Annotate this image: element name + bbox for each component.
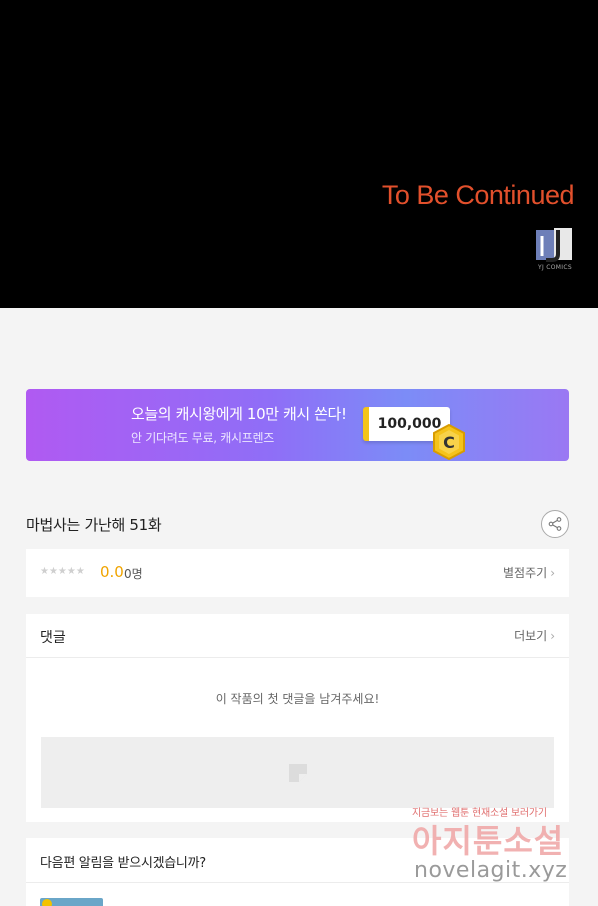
- rate-button[interactable]: 별점주기 ›: [503, 564, 555, 581]
- banner-title: 오늘의 캐시왕에게 10만 캐시 쏜다!: [131, 405, 347, 423]
- comment-input[interactable]: [41, 737, 554, 808]
- share-icon: [548, 517, 562, 531]
- divider: [26, 882, 569, 883]
- comments-card: 댓글 더보기 › 이 작품의 첫 댓글을 남겨주세요!: [26, 614, 569, 822]
- comic-panel: To Be Continued YJ COMICS: [0, 0, 598, 308]
- more-comments-button[interactable]: 더보기 ›: [514, 627, 555, 644]
- rate-button-label: 별점주기: [503, 566, 548, 580]
- comments-header: 댓글 더보기 ›: [26, 614, 569, 658]
- coin-letter: C: [443, 433, 455, 452]
- notify-question: 다음편 알림을 받으시겠습니까?: [40, 856, 206, 871]
- rating-stars: ★★★★★: [40, 566, 85, 577]
- share-button[interactable]: [541, 510, 569, 538]
- notify-thumbnail[interactable]: [40, 898, 103, 906]
- empty-comments-message: 이 작품의 첫 댓글을 남겨주세요!: [215, 692, 380, 706]
- to-be-continued-text: To Be Continued: [381, 180, 575, 210]
- rating-card: ★★★★★ 0.0 0명 별점주기 ›: [26, 549, 569, 597]
- cash-friends-banner[interactable]: 오늘의 캐시왕에게 10만 캐시 쏜다! 안 기다려도 무료, 캐시프렌즈 10…: [26, 389, 569, 461]
- more-comments-label: 더보기: [514, 629, 548, 643]
- banner-subtitle: 안 기다려도 무료, 캐시프렌즈: [131, 431, 274, 445]
- publisher-logo-text: YJ COMICS: [538, 264, 572, 271]
- rating-count: 0명: [124, 567, 143, 581]
- image-placeholder-icon: [289, 764, 307, 782]
- comments-title: 댓글: [40, 630, 66, 646]
- episode-title: 마법사는 가난해 51화: [26, 516, 162, 534]
- next-episode-notify-card: 다음편 알림을 받으시겠습니까?: [26, 838, 569, 906]
- chevron-right-icon: ›: [550, 629, 555, 643]
- rating-score: 0.0: [100, 563, 124, 581]
- thumbnail-badge-icon: [42, 899, 52, 906]
- chevron-right-icon: ›: [550, 566, 555, 580]
- cash-coin-icon: C: [433, 424, 465, 460]
